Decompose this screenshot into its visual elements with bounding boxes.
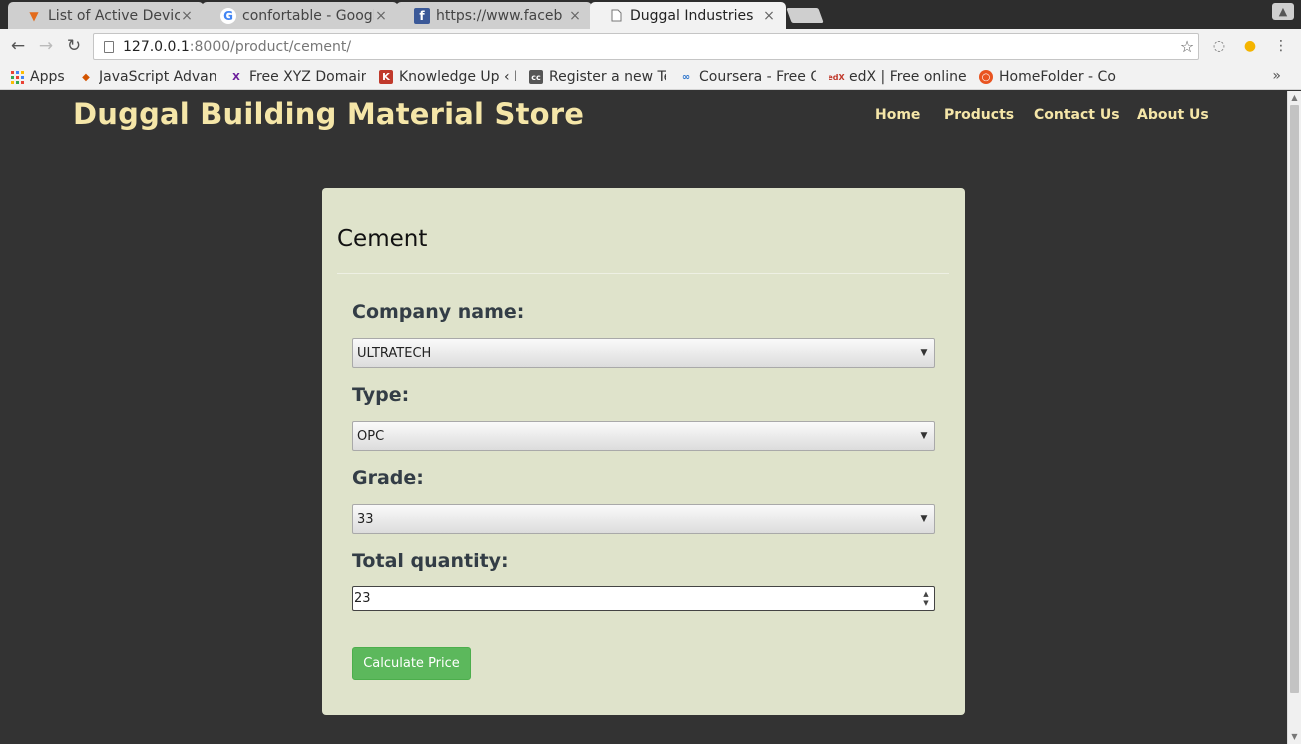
fox-icon: ◆ — [82, 71, 90, 83]
google-icon: G — [220, 7, 236, 24]
forward-icon[interactable]: → — [35, 35, 57, 57]
apps-grid-icon — [10, 70, 24, 84]
type-select[interactable]: OPC ▼ — [352, 421, 935, 451]
product-title: Cement — [337, 226, 428, 252]
bookmark-edx[interactable]: edX edX | Free online — [829, 67, 966, 87]
chevron-down-icon: ▼ — [920, 514, 928, 524]
site-brand[interactable]: Duggal Building Material Store — [73, 97, 584, 131]
knowledge-icon: K — [379, 70, 393, 84]
total-quantity-input[interactable]: 23 ▲ ▼ — [352, 586, 935, 611]
nav-about-us[interactable]: About Us — [1137, 107, 1209, 123]
stepper-down-icon[interactable]: ▼ — [923, 599, 928, 608]
page-icon — [608, 8, 624, 24]
bookmark-homefolder[interactable]: ○ HomeFolder - Co — [979, 67, 1116, 87]
tab-duggal-industries[interactable]: Duggal Industries × — [590, 2, 786, 29]
page-scrollbar[interactable]: ▲ ▼ — [1287, 91, 1301, 744]
bookmark-label: Free XYZ Domain — [249, 69, 366, 85]
facebook-icon: f — [414, 7, 430, 24]
grade-select[interactable]: 33 ▼ — [352, 504, 935, 534]
tab-active-devices[interactable]: ▼ List of Active Devic × — [8, 2, 204, 29]
nav-products[interactable]: Products — [944, 107, 1014, 123]
company-name-label: Company name: — [352, 301, 525, 323]
type-value: OPC — [357, 428, 385, 444]
xyz-icon: X — [232, 71, 240, 83]
stepper-up-icon[interactable]: ▲ — [923, 590, 928, 599]
bookmark-label: Register a new Te — [549, 69, 666, 85]
scroll-down-icon[interactable]: ▼ — [1288, 730, 1301, 744]
bookmark-register[interactable]: cc Register a new Te — [529, 67, 666, 87]
calculate-price-button[interactable]: Calculate Price — [352, 647, 471, 680]
chevron-down-icon: ▼ — [920, 431, 928, 441]
back-icon[interactable]: ← — [7, 35, 29, 57]
edx-icon: edX — [829, 72, 845, 82]
close-icon[interactable]: × — [180, 8, 194, 24]
close-icon[interactable]: × — [374, 8, 388, 24]
browser-toolbar: ← → ↻ 127.0.0.1:8000/product/cement/ ☆ ◌… — [0, 29, 1301, 64]
close-icon[interactable]: × — [762, 8, 776, 24]
bookmark-label: JavaScript Advan — [99, 69, 216, 85]
cc-icon: cc — [529, 70, 543, 84]
scroll-thumb[interactable] — [1290, 105, 1299, 693]
new-tab-button[interactable] — [786, 8, 824, 23]
company-name-select[interactable]: ULTRATECH ▼ — [352, 338, 935, 368]
bookmark-free-xyz[interactable]: X Free XYZ Domain — [229, 67, 366, 87]
ubuntu-icon: ○ — [979, 70, 993, 84]
company-name-value: ULTRATECH — [357, 345, 432, 361]
page-viewport: Duggal Building Material Store Home Prod… — [0, 91, 1287, 744]
bookmark-label: edX | Free online — [849, 69, 966, 85]
divider — [337, 273, 949, 274]
quantity-stepper[interactable]: ▲ ▼ — [918, 587, 934, 610]
tab-title: https://www.faceb — [436, 7, 563, 24]
bookmark-knowledge-up[interactable]: K Knowledge Up ‹ L — [379, 67, 516, 87]
lightbulb-icon[interactable]: ● — [1241, 37, 1259, 55]
bookmark-label: HomeFolder - Co — [999, 69, 1116, 85]
bookmarks-bar: Apps ◆ JavaScript Advan X Free XYZ Domai… — [0, 64, 1301, 90]
chevron-down-icon: ▼ — [920, 348, 928, 358]
type-label: Type: — [352, 384, 410, 406]
product-form-card: Cement Company name: ULTRATECH ▼ Type: O… — [322, 188, 965, 715]
nav-home[interactable]: Home — [875, 107, 920, 123]
tab-strip: ▼ List of Active Devic × G confortable -… — [0, 0, 1301, 29]
tab-facebook[interactable]: f https://www.faceb × — [396, 2, 592, 29]
bookmark-apps[interactable]: Apps — [10, 67, 70, 87]
total-quantity-value: 23 — [354, 591, 371, 606]
tab-title: confortable - Googl — [242, 7, 374, 24]
coursera-icon: ∞ — [681, 71, 691, 83]
grade-label: Grade: — [352, 467, 424, 489]
bookmark-label: Coursera - Free O — [699, 69, 816, 85]
more-bookmarks-icon[interactable]: » — [1272, 68, 1281, 84]
page-info-icon[interactable] — [104, 40, 114, 53]
address-url[interactable]: 127.0.0.1:8000/product/cement/ — [123, 39, 1176, 55]
tab-title: List of Active Devic — [48, 7, 180, 24]
menu-icon[interactable]: ⋮ — [1272, 37, 1290, 55]
close-icon[interactable]: × — [568, 8, 582, 24]
url-host: 127.0.0.1 — [123, 38, 190, 55]
tab-title: Duggal Industries — [630, 7, 754, 24]
bookmark-label: Apps — [30, 69, 65, 85]
bookmark-javascript[interactable]: ◆ JavaScript Advan — [79, 67, 216, 87]
address-bar[interactable]: 127.0.0.1:8000/product/cement/ ☆ — [93, 33, 1199, 60]
bookmark-coursera[interactable]: ∞ Coursera - Free O — [679, 67, 816, 87]
tab-google-search[interactable]: G confortable - Googl × — [202, 2, 398, 29]
nav-contact-us[interactable]: Contact Us — [1034, 107, 1120, 123]
profile-icon[interactable]: ▲ — [1272, 3, 1294, 20]
extension-icon[interactable]: ◌ — [1210, 37, 1228, 55]
scroll-up-icon[interactable]: ▲ — [1288, 91, 1301, 105]
shield-icon: ▼ — [29, 8, 39, 23]
bookmark-star-icon[interactable]: ☆ — [1176, 37, 1198, 56]
bookmark-label: Knowledge Up ‹ L — [399, 69, 516, 85]
total-quantity-label: Total quantity: — [352, 550, 509, 572]
grade-value: 33 — [357, 511, 374, 527]
url-path: :8000/product/cement/ — [189, 38, 352, 55]
reload-icon[interactable]: ↻ — [63, 35, 85, 57]
